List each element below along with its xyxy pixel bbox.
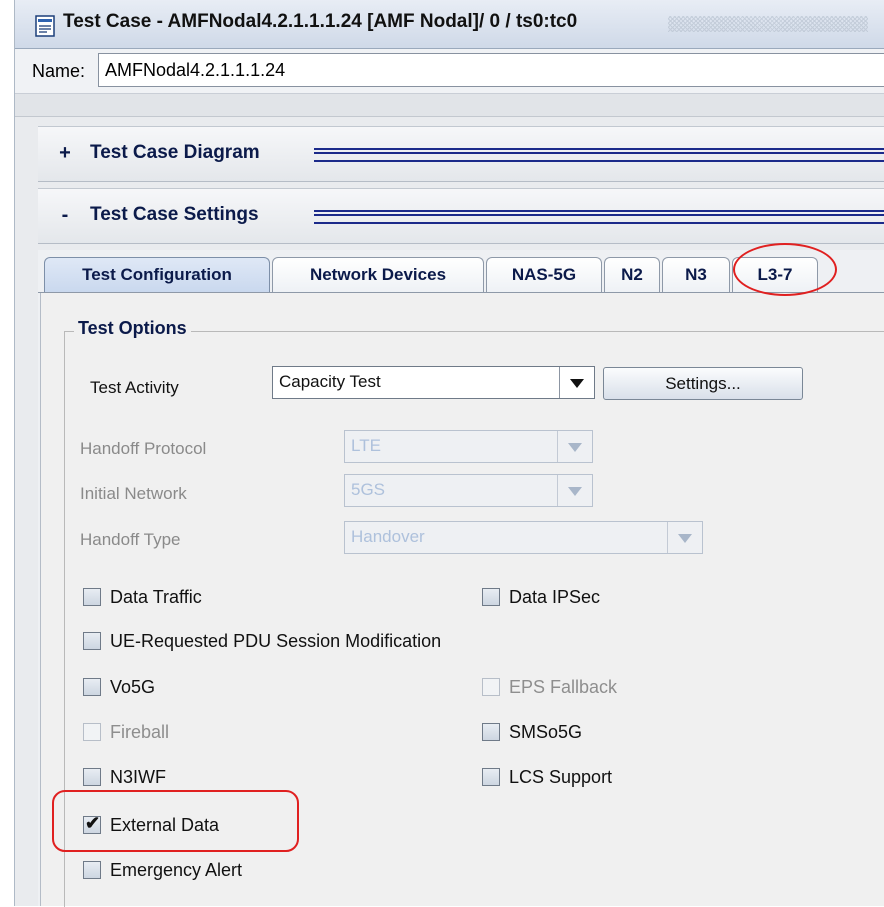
chevron-down-icon[interactable]: [557, 431, 592, 462]
test-case-document-icon: [35, 15, 55, 37]
checkbox-box[interactable]: [83, 632, 101, 650]
handoff-type-select[interactable]: Handover: [344, 521, 703, 554]
section-divider-lines: [314, 148, 884, 162]
name-label: Name:: [32, 61, 86, 81]
tab-network-devices[interactable]: Network Devices: [272, 257, 484, 293]
section-title[interactable]: Test Case Settings: [90, 204, 259, 226]
section-title[interactable]: Test Case Diagram: [90, 142, 260, 164]
checkbox-box[interactable]: [83, 861, 101, 879]
window-left-edge: [0, 0, 15, 906]
tab-l3-7[interactable]: L3-7: [732, 257, 818, 293]
initial-network-label: Initial Network: [80, 484, 187, 503]
test-activity-label: Test Activity: [90, 378, 179, 397]
checkbox-label[interactable]: UE-Requested PDU Session Modification: [110, 631, 441, 652]
test-activity-value: Capacity Test: [279, 372, 381, 391]
tab-test-configuration[interactable]: Test Configuration: [44, 257, 270, 293]
checkbox-label[interactable]: Data IPSec: [509, 587, 600, 608]
section-test-case-diagram[interactable]: + Test Case Diagram: [38, 126, 884, 182]
checkbox-box[interactable]: [83, 678, 101, 696]
handoff-protocol-label: Handoff Protocol: [80, 439, 207, 458]
initial-network-value: 5GS: [351, 480, 386, 499]
initial-network-select[interactable]: 5GS: [344, 474, 593, 507]
toolbar-spacer: [15, 94, 884, 117]
handoff-protocol-value: LTE: [351, 436, 381, 455]
settings-button[interactable]: Settings...: [603, 367, 803, 400]
checkbox-label[interactable]: Vo5G: [110, 677, 155, 698]
collapse-icon[interactable]: -: [52, 203, 78, 229]
handoff-protocol-select[interactable]: LTE: [344, 430, 593, 463]
checkbox-label[interactable]: Emergency Alert: [110, 860, 242, 881]
checkbox-label[interactable]: SMSo5G: [509, 722, 582, 743]
tab-n3[interactable]: N3: [662, 257, 730, 293]
chevron-down-icon[interactable]: [557, 475, 592, 506]
chevron-down-icon[interactable]: [667, 522, 702, 553]
check-mark-icon: ✔: [85, 813, 101, 833]
tab-nas-5g[interactable]: NAS-5G: [486, 257, 602, 293]
checkbox-box[interactable]: [83, 723, 101, 741]
handoff-type-label: Handoff Type: [80, 530, 181, 549]
name-row: Name:: [15, 49, 884, 94]
window-title: Test Case - AMFNodal4.2.1.1.1.24 [AMF No…: [63, 11, 578, 32]
chevron-down-icon[interactable]: [559, 367, 594, 398]
section-divider-lines: [314, 210, 884, 224]
checkbox-label[interactable]: Fireball: [110, 722, 169, 743]
checkbox-label[interactable]: LCS Support: [509, 767, 612, 788]
checkbox-label[interactable]: EPS Fallback: [509, 677, 617, 698]
test-options-title: Test Options: [74, 318, 191, 339]
checkbox-box[interactable]: ✔: [83, 813, 101, 834]
tab-n2[interactable]: N2: [604, 257, 660, 293]
expand-icon[interactable]: +: [52, 141, 78, 167]
name-input[interactable]: [98, 53, 884, 87]
checkbox-label[interactable]: External Data: [110, 815, 219, 836]
checkbox-box[interactable]: [482, 588, 500, 606]
checkbox-box[interactable]: [83, 588, 101, 606]
checkbox-box[interactable]: [482, 723, 500, 741]
section-test-case-settings[interactable]: - Test Case Settings: [38, 188, 884, 244]
handoff-type-value: Handover: [351, 527, 425, 546]
checkbox-box[interactable]: [482, 678, 500, 696]
checkbox-label[interactable]: Data Traffic: [110, 587, 202, 608]
checkbox-label[interactable]: N3IWF: [110, 767, 166, 788]
title-bar-grip: [668, 16, 868, 32]
checkbox-box[interactable]: [83, 768, 101, 786]
checkbox-box[interactable]: [482, 768, 500, 786]
test-activity-select[interactable]: Capacity Test: [272, 366, 595, 399]
